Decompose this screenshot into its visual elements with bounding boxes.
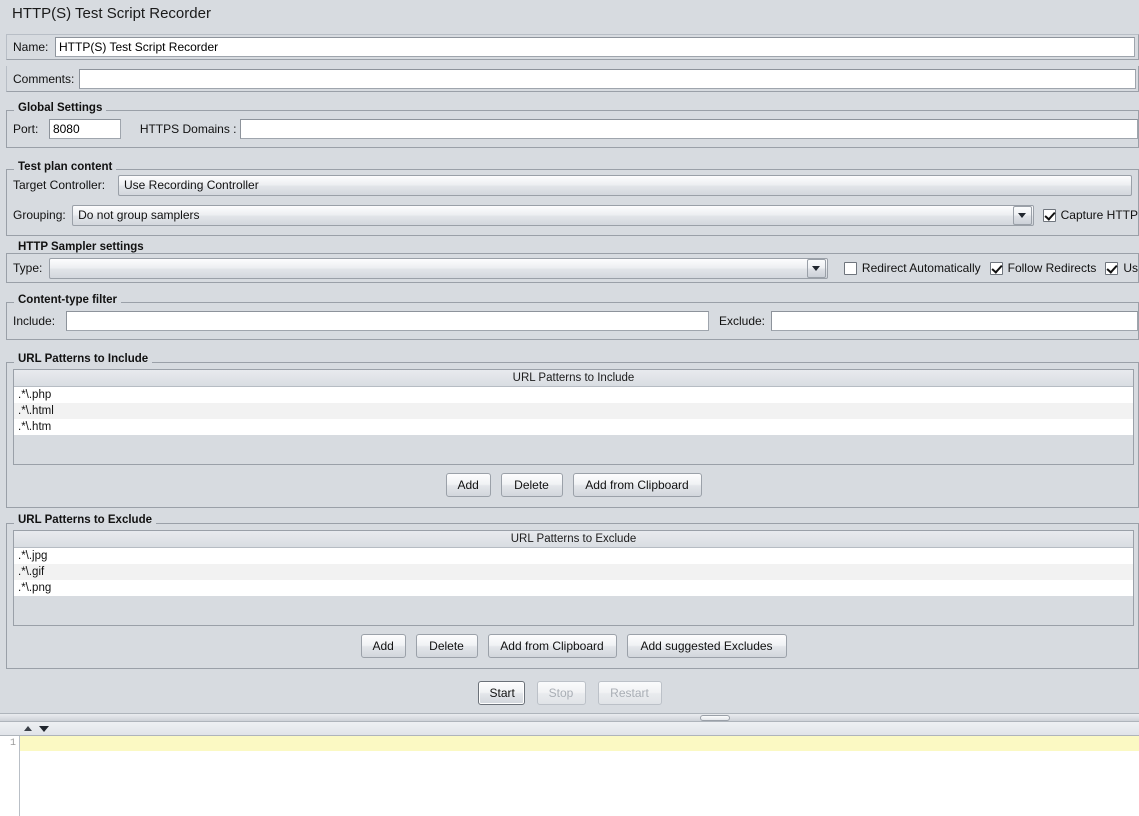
url-include-add-button[interactable]: Add <box>445 473 491 497</box>
http-test-script-recorder-window: HTTP(S) Test Script Recorder Name: HTTP(… <box>0 0 1139 816</box>
checkbox-icon[interactable] <box>843 261 857 275</box>
editor-line-number: 1 <box>0 736 20 816</box>
port-label: Port: <box>13 122 39 136</box>
target-controller-label: Target Controller: <box>13 178 106 192</box>
use-keepalive-checkbox[interactable]: Us <box>1105 261 1138 275</box>
include-label: Include: <box>13 314 56 328</box>
target-controller-combo[interactable]: Use Recording Controller <box>118 174 1132 196</box>
content-type-filter-label: Content-type filter <box>14 294 122 306</box>
table-row[interactable]: .*\.php <box>14 387 1133 403</box>
start-button[interactable]: Start <box>477 681 525 705</box>
stop-button[interactable]: Stop <box>536 681 586 705</box>
url-exclude-delete-button[interactable]: Delete <box>415 634 478 658</box>
table-row[interactable]: .*\.htm <box>14 419 1133 435</box>
name-panel: Name: HTTP(S) Test Script Recorder <box>6 34 1139 60</box>
follow-redirects-label: Follow Redirects <box>1007 261 1097 275</box>
recorder-controls-bar: Start Stop Restart <box>0 681 1139 705</box>
editor-toolbar <box>0 722 1139 736</box>
comments-input[interactable] <box>79 68 1136 89</box>
comments-panel: Comments: <box>6 66 1139 92</box>
name-input[interactable]: HTTP(S) Test Script Recorder <box>55 37 1135 57</box>
port-input[interactable]: 8080 <box>48 119 121 139</box>
redirect-automatically-checkbox[interactable]: Redirect Automatically <box>843 261 981 275</box>
url-include-column-header: URL Patterns to Include <box>14 370 1133 387</box>
splitter-grip-icon[interactable] <box>700 715 730 721</box>
url-include-label: URL Patterns to Include <box>14 353 153 365</box>
url-exclude-table[interactable]: URL Patterns to Exclude .*\.jpg .*\.gif … <box>13 530 1134 626</box>
editor-current-line[interactable] <box>20 736 1139 751</box>
https-domains-input[interactable] <box>239 119 1138 139</box>
exclude-input[interactable] <box>770 311 1138 331</box>
page-title: HTTP(S) Test Script Recorder <box>12 5 211 22</box>
redirect-automatically-label: Redirect Automatically <box>861 261 981 275</box>
script-editor[interactable]: 1 <box>0 736 1139 816</box>
url-include-table[interactable]: URL Patterns to Include .*\.php .*\.html… <box>13 369 1134 465</box>
url-include-rows: .*\.php .*\.html .*\.htm <box>14 387 1133 464</box>
url-exclude-add-button[interactable]: Add <box>360 634 406 658</box>
url-exclude-group: URL Patterns to Exclude URL Patterns to … <box>6 514 1139 669</box>
url-include-group: URL Patterns to Include URL Patterns to … <box>6 353 1139 508</box>
collapse-up-icon[interactable] <box>24 726 32 731</box>
checkbox-icon[interactable] <box>1105 261 1119 275</box>
table-empty-area[interactable] <box>14 435 1133 464</box>
type-combo[interactable] <box>48 257 828 279</box>
table-row[interactable]: .*\.html <box>14 403 1133 419</box>
include-input[interactable] <box>65 311 709 331</box>
https-domains-label: HTTPS Domains : <box>139 122 237 136</box>
use-keepalive-label: Us <box>1123 261 1138 275</box>
table-row[interactable]: .*\.png <box>14 580 1133 596</box>
global-settings-group: Global Settings Port: 8080 HTTPS Domains… <box>6 102 1139 148</box>
url-exclude-add-suggested-excludes-button[interactable]: Add suggested Excludes <box>626 634 787 658</box>
table-empty-area[interactable] <box>14 596 1133 625</box>
url-exclude-rows: .*\.jpg .*\.gif .*\.png <box>14 548 1133 625</box>
follow-redirects-checkbox[interactable]: Follow Redirects <box>989 261 1097 275</box>
checkbox-icon[interactable] <box>989 261 1003 275</box>
editor-code-area[interactable] <box>20 736 1139 816</box>
http-sampler-settings-group: HTTP Sampler settings Type: Redirect Aut… <box>6 213 1139 283</box>
http-sampler-settings-label: HTTP Sampler settings <box>14 241 148 253</box>
url-exclude-button-bar: Add Delete Add from Clipboard Add sugges… <box>7 634 1139 658</box>
url-exclude-label: URL Patterns to Exclude <box>14 514 156 526</box>
test-plan-content-label: Test plan content <box>14 161 117 173</box>
url-include-button-bar: Add Delete Add from Clipboard <box>7 473 1139 497</box>
url-exclude-column-header: URL Patterns to Exclude <box>14 531 1133 548</box>
type-label: Type: <box>13 261 43 275</box>
expand-down-icon[interactable] <box>39 725 49 732</box>
url-include-delete-button[interactable]: Delete <box>500 473 563 497</box>
chevron-down-icon[interactable] <box>806 258 826 278</box>
name-label: Name: <box>13 40 49 54</box>
split-pane-divider[interactable] <box>0 713 1139 722</box>
comments-label: Comments: <box>13 71 75 86</box>
restart-button[interactable]: Restart <box>597 681 662 705</box>
table-row[interactable]: .*\.jpg <box>14 548 1133 564</box>
url-include-add-from-clipboard-button[interactable]: Add from Clipboard <box>572 473 702 497</box>
target-controller-value: Use Recording Controller <box>124 178 259 192</box>
content-type-filter-group: Content-type filter Include: Exclude: <box>6 294 1139 340</box>
global-settings-label: Global Settings <box>14 102 107 114</box>
table-row[interactable]: .*\.gif <box>14 564 1133 580</box>
exclude-label: Exclude: <box>718 314 766 328</box>
url-exclude-add-from-clipboard-button[interactable]: Add from Clipboard <box>487 634 617 658</box>
